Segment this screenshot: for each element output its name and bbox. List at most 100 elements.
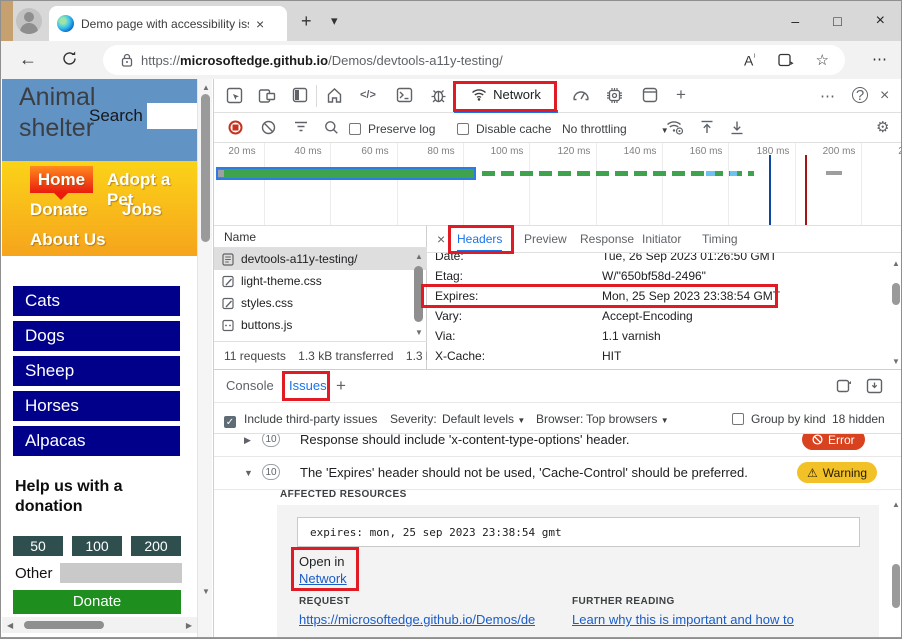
other-amount-input[interactable] [60, 563, 182, 583]
tab-timing[interactable]: Timing [702, 232, 738, 246]
search-input[interactable] [147, 103, 197, 129]
close-devtools-icon[interactable]: × [880, 87, 889, 105]
close-detail-icon[interactable]: × [437, 231, 445, 247]
favorites-star-icon[interactable]: ☆ [816, 51, 829, 69]
expand-drawer-icon[interactable] [866, 378, 883, 394]
scroll-left-icon[interactable]: ◀ [7, 621, 13, 630]
scroll-right-icon[interactable]: ▶ [186, 621, 192, 630]
import-har-icon[interactable] [700, 120, 714, 135]
amount-button-100[interactable]: 100 [72, 536, 122, 556]
scrollbar-thumb[interactable] [892, 564, 900, 608]
elements-tab-icon[interactable]: </> [360, 89, 376, 101]
further-reading-link[interactable]: Learn why this is important and how to [572, 612, 794, 627]
more-tools-icon[interactable]: + [336, 376, 346, 396]
amount-button-200[interactable]: 200 [131, 536, 181, 556]
performance-gauge-icon[interactable] [572, 87, 590, 103]
request-row[interactable]: styles.css [214, 292, 427, 314]
open-in-network-link[interactable]: Network [299, 571, 347, 586]
minimize-button[interactable]: – [791, 13, 799, 29]
nav-item-home[interactable]: Home [30, 166, 93, 193]
scrollbar-thumb[interactable] [201, 94, 210, 242]
maximize-button[interactable]: □ [833, 13, 841, 29]
tab-headers[interactable]: Headers [457, 232, 502, 252]
detail-scrollbar[interactable]: ▲ ▼ [890, 259, 902, 367]
nav-item-donate[interactable]: Donate [30, 200, 88, 220]
request-url-link[interactable]: https://microsoftedge.github.io/Demos/de [299, 612, 535, 627]
search-icon[interactable] [324, 120, 339, 135]
device-emulation-icon[interactable] [258, 87, 276, 104]
more-tabs-icon[interactable]: + [676, 85, 686, 105]
issue-row-error[interactable]: ▶ 10 Response should include 'x-content-… [214, 434, 902, 457]
scrollbar-thumb[interactable] [414, 266, 423, 322]
split-screen-icon[interactable] [778, 53, 794, 67]
devtools-menu-icon[interactable]: ⋯ [820, 87, 835, 105]
nav-item-about-us[interactable]: About Us [30, 230, 106, 250]
tab-close-icon[interactable]: × [256, 17, 264, 31]
request-row[interactable]: devtools-a11y-testing/ [214, 248, 427, 270]
filter-icon[interactable] [294, 120, 308, 133]
help-icon[interactable]: ? [852, 87, 868, 103]
expand-down-icon[interactable]: ▼ [244, 468, 253, 478]
address-bar[interactable]: https://microsoftedge.github.io/Demos/de… [103, 45, 845, 75]
application-tab-icon[interactable] [642, 87, 658, 103]
throttling-dropdown[interactable]: No throttling▼ [562, 122, 669, 136]
dock-side-icon[interactable] [292, 87, 308, 103]
request-list-scrollbar[interactable]: ▲ ▼ [412, 250, 425, 338]
include-third-party-checkbox[interactable]: ✓ [224, 416, 236, 428]
amount-button-50[interactable]: 50 [13, 536, 63, 556]
clear-network-log-icon[interactable] [261, 120, 276, 135]
debugger-bug-icon[interactable] [430, 87, 447, 104]
disable-cache-checkbox[interactable] [457, 123, 469, 135]
tab-console[interactable]: Console [226, 378, 274, 393]
tab-issues[interactable]: Issues [289, 378, 327, 393]
network-settings-gear-icon[interactable]: ⚙ [876, 118, 889, 136]
category-button-horses[interactable]: Horses [13, 391, 180, 421]
refresh-button[interactable] [61, 50, 78, 67]
network-conditions-icon[interactable] [666, 120, 684, 135]
scrollbar-thumb[interactable] [24, 621, 104, 629]
tab-list-chevron-icon[interactable]: ▾ [331, 14, 338, 27]
browser-filter-dropdown[interactable]: Top browsers ▼ [586, 412, 669, 426]
close-window-button[interactable]: × [876, 12, 885, 30]
tab-preview[interactable]: Preview [524, 232, 567, 246]
nav-item-jobs[interactable]: Jobs [122, 200, 162, 220]
export-har-icon[interactable] [730, 120, 744, 135]
preserve-log-checkbox[interactable] [349, 123, 361, 135]
console-tab-icon[interactable] [396, 87, 413, 103]
request-row[interactable]: light-theme.css [214, 270, 427, 292]
timeline-selected-window[interactable] [216, 167, 476, 180]
issues-scrollbar[interactable]: ▲ ▼ [890, 500, 902, 639]
category-button-alpacas[interactable]: Alpacas [13, 426, 180, 456]
record-network-log-icon[interactable] [228, 120, 243, 135]
inspect-element-icon[interactable] [226, 87, 243, 104]
category-button-cats[interactable]: Cats [13, 286, 180, 316]
dock-drawer-icon[interactable] [836, 378, 853, 394]
column-header-name[interactable]: Name [214, 226, 427, 248]
scroll-up-icon[interactable]: ▲ [202, 83, 210, 92]
welcome-home-icon[interactable] [326, 87, 343, 104]
page-horizontal-scrollbar[interactable]: ◀ ▶ [2, 617, 197, 633]
tab-initiator[interactable]: Initiator [642, 232, 681, 246]
issue-row-warning[interactable]: ▼ 10 The 'Expires' header should not be … [214, 457, 902, 490]
browser-tab[interactable]: Demo page with accessibility issu × [49, 6, 287, 41]
tab-response[interactable]: Response [580, 232, 634, 246]
back-button[interactable]: ← [19, 49, 37, 70]
new-tab-button[interactable]: + [301, 12, 312, 30]
group-by-kind-checkbox[interactable] [732, 413, 744, 425]
read-aloud-icon[interactable]: A⁾ [744, 52, 756, 69]
category-button-dogs[interactable]: Dogs [13, 321, 180, 351]
donate-button[interactable]: Donate [13, 590, 181, 614]
memory-chip-icon[interactable] [606, 87, 623, 104]
wifi-icon [471, 88, 487, 101]
scroll-down-icon[interactable]: ▼ [202, 587, 210, 596]
category-button-sheep[interactable]: Sheep [13, 356, 180, 386]
tab-network[interactable]: Network [454, 79, 558, 113]
scrollbar-thumb[interactable] [892, 283, 900, 305]
page-vertical-scrollbar[interactable]: ▲ ▼ [197, 79, 212, 638]
browser-menu-icon[interactable]: ⋯ [872, 50, 887, 68]
network-overview-timeline[interactable]: 20 ms 40 ms 60 ms 80 ms 100 ms 120 ms 14… [214, 143, 902, 226]
expand-right-icon[interactable]: ▶ [244, 435, 251, 446]
severity-dropdown[interactable]: Default levels ▼ [442, 412, 525, 426]
request-row[interactable]: buttons.js [214, 314, 427, 336]
profile-avatar[interactable] [16, 8, 42, 34]
